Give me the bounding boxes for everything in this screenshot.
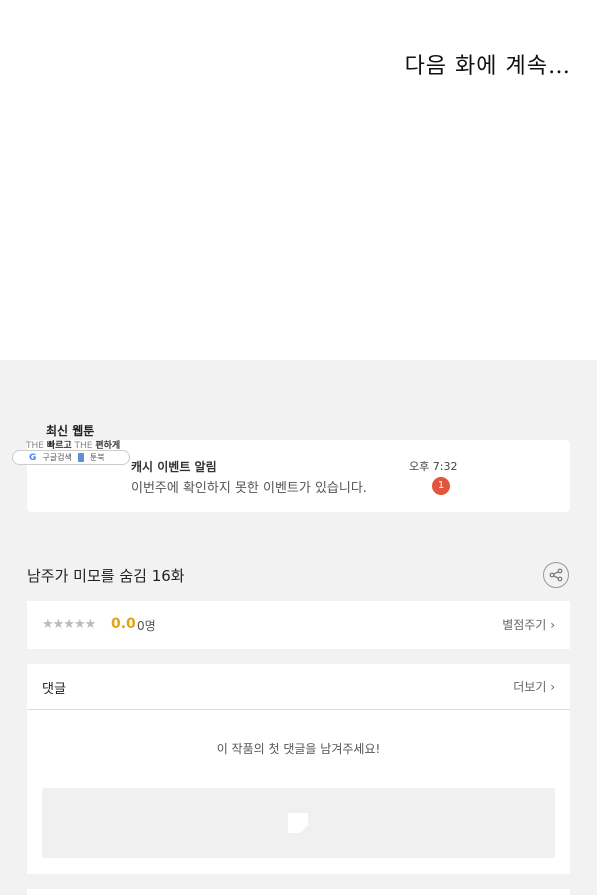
google-icon: G [29,452,37,463]
promo-banner[interactable]: 최신 웹툰 THE 빠르고 THE 편하게 G 구글검색 툰북 [12,422,132,468]
rating-count: 0명 [137,619,156,633]
comment-input-box[interactable] [42,788,555,858]
rating-stars: ★★★★★ [42,617,96,632]
rate-button[interactable]: 별점주기 › [502,616,555,633]
notification-time: 오후 7:32 [409,460,458,473]
notification-badge: 1 [432,477,450,495]
promo-search-label: 구글검색 [42,453,72,462]
rating-bar: ★★★★★ 0.0 0명 별점주기 › [27,601,570,649]
promo-search-pill[interactable]: G 구글검색 툰북 [12,450,130,465]
comments-section: 댓글 더보기 › 이 작품의 첫 댓글을 남겨주세요! [27,664,570,874]
promo-brand-label: 툰북 [89,453,105,462]
comic-caption: 다음 화에 계속… [404,54,571,79]
comments-empty-message: 이 작품의 첫 댓글을 남겨주세요! [216,742,381,756]
note-icon [288,813,308,833]
comments-more-button[interactable]: 더보기 › [513,678,555,695]
chevron-right-icon: › [550,618,555,632]
episode-title: 남주가 미모를 숨김 16화 [27,567,185,585]
share-button[interactable] [543,562,569,588]
chevron-right-icon: › [550,680,555,694]
comments-title: 댓글 [42,682,66,697]
rating-score: 0.0 [111,616,136,632]
comic-panel: 다음 화에 계속… [0,0,597,360]
comments-header: 댓글 더보기 › [27,664,570,710]
notification-title: 캐시 이벤트 알림 [131,460,217,474]
notification-message: 이번주에 확인하지 못한 이벤트가 있습니다. [131,481,367,496]
next-card [27,889,570,895]
promo-title: 최신 웹툰 [46,424,95,438]
book-icon [77,453,84,462]
share-icon [549,568,563,582]
